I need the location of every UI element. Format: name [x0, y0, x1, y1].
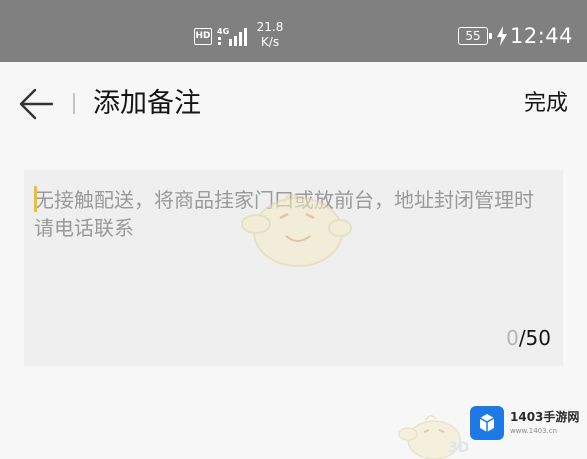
svg-text:4G: 4G: [217, 27, 229, 36]
char-count-current: 0: [506, 326, 519, 350]
text-cursor: [34, 186, 37, 212]
status-bar: HD 4G 21.8 K/s 55 12:44: [0, 0, 587, 62]
signal-bars-icon: 4G: [217, 27, 247, 46]
done-button[interactable]: 完成: [524, 87, 568, 121]
site-logo: 1403手游网 www.1403.cn: [470, 404, 582, 444]
char-counter: 0/50: [506, 324, 551, 352]
header-divider: [73, 93, 75, 114]
page-title: 添加备注: [93, 88, 201, 119]
battery-icon: 55: [458, 27, 492, 45]
mascot-watermark-icon: [241, 193, 352, 267]
lightning-icon: [497, 26, 507, 46]
app-header: 添加备注 完成: [0, 62, 587, 146]
back-arrow-icon[interactable]: [18, 86, 54, 122]
mascot-small-watermark-icon: 3D: [398, 415, 468, 459]
network-speed-unit: K/s: [260, 35, 280, 49]
char-count-max: /50: [518, 326, 551, 350]
logo-text: 1403手游网: [510, 410, 580, 424]
network-speed: 21.8 K/s: [254, 20, 286, 50]
logo-cube-icon: [470, 406, 504, 440]
logo-url-text: www.1403.cn: [510, 427, 558, 435]
clock: 12:44: [510, 24, 574, 48]
svg-text:3D: 3D: [448, 440, 468, 456]
network-speed-value: 21.8: [256, 20, 284, 34]
hd-icon: HD: [194, 28, 212, 45]
